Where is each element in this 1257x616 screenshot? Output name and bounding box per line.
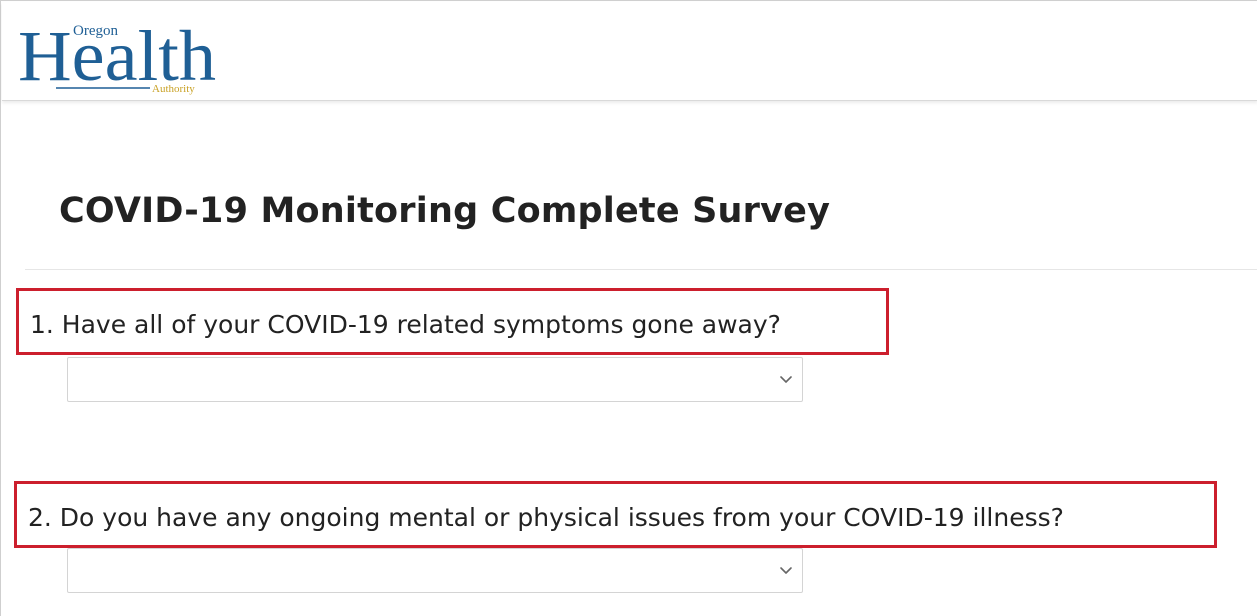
site-header: Health Oregon Authority — [2, 2, 1257, 101]
chevron-down-icon — [778, 371, 794, 387]
question-1-highlight: 1. Have all of your COVID-19 related sym… — [16, 288, 889, 355]
chevron-down-icon — [778, 562, 794, 578]
question-1-label: 1. Have all of your COVID-19 related sym… — [30, 310, 781, 339]
logo-graphic: Health Oregon Authority — [18, 16, 216, 96]
question-2-label: 2. Do you have any ongoing mental or phy… — [28, 503, 1064, 532]
question-1-select[interactable] — [67, 357, 803, 402]
question-2-select[interactable] — [67, 548, 803, 593]
logo-top-text: Oregon — [73, 23, 118, 39]
title-divider — [25, 269, 1257, 270]
logo-bottom-text: Authority — [152, 83, 195, 95]
page-frame: Health Oregon Authority COVID-19 Monitor… — [0, 0, 1257, 616]
question-2-highlight: 2. Do you have any ongoing mental or phy… — [14, 481, 1217, 548]
page-title: COVID-19 Monitoring Complete Survey — [59, 191, 831, 231]
oregon-health-authority-logo[interactable]: Health Oregon Authority — [16, 10, 226, 96]
